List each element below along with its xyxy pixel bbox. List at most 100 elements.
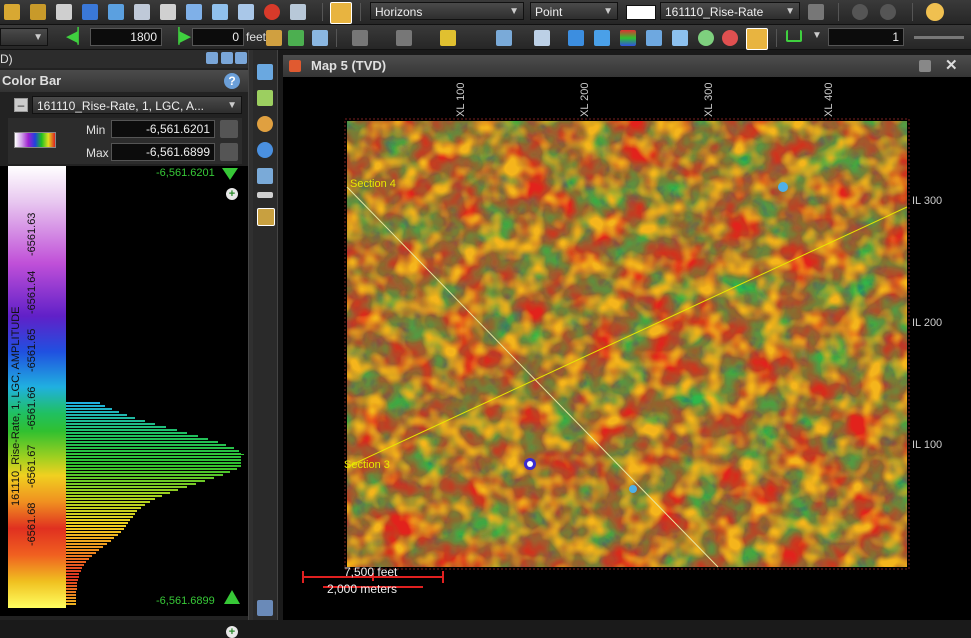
- home-icon[interactable]: [288, 30, 304, 46]
- star-icon[interactable]: [440, 30, 456, 46]
- settings-window-icon[interactable]: [238, 4, 254, 20]
- colormap-thumbnail[interactable]: [14, 132, 56, 148]
- palette-icon[interactable]: [746, 28, 768, 50]
- bottom-value-label: -6,561.6899: [156, 595, 215, 607]
- unit-label: feet: [246, 30, 267, 44]
- histogram-bar: [66, 573, 79, 575]
- bracket-icon[interactable]: [786, 30, 802, 42]
- wheel-icon[interactable]: [698, 30, 714, 46]
- min-reset-icon[interactable]: [220, 120, 238, 138]
- panel-header: D): [0, 50, 248, 68]
- restore-icon[interactable]: [919, 60, 931, 72]
- horizons-dropdown[interactable]: Horizons ▼: [370, 2, 524, 20]
- chevron-down-icon[interactable]: ▼: [812, 30, 822, 41]
- histogram-bar: [66, 597, 76, 599]
- scale-feet-label: 7,500 feet: [344, 565, 398, 579]
- histogram-bar: [66, 534, 118, 536]
- grid-icon[interactable]: [534, 30, 550, 46]
- left-dropdown[interactable]: ▼: [0, 28, 48, 46]
- paint-icon[interactable]: [330, 2, 352, 24]
- frame-value-field[interactable]: 1800: [90, 28, 162, 46]
- slider[interactable]: [914, 36, 964, 39]
- max-value-field[interactable]: -6,561.6899: [111, 143, 215, 161]
- pointer-icon[interactable]: [82, 4, 98, 20]
- zoom-in-icon[interactable]: [257, 116, 273, 132]
- tiles-icon[interactable]: [672, 30, 688, 46]
- histogram-bar: [66, 537, 114, 539]
- scale-meters-label: 2,000 meters: [327, 582, 398, 596]
- undo-icon[interactable]: [852, 4, 868, 20]
- attribute-dropdown[interactable]: 161110_Rise-Rate ▼: [660, 2, 800, 20]
- histogram-bar: [66, 426, 166, 428]
- next-frame-icon[interactable]: ▕▶: [168, 28, 191, 46]
- histogram-bar: [66, 480, 205, 482]
- edit-points-icon[interactable]: [496, 30, 512, 46]
- eraser-icon[interactable]: [134, 4, 150, 20]
- histogram-bar: [66, 432, 187, 434]
- redo-icon[interactable]: [880, 4, 896, 20]
- histogram-bar: [66, 492, 170, 494]
- help-icon[interactable]: ?: [224, 73, 240, 89]
- previous-frame-icon[interactable]: ◀▏: [66, 28, 89, 46]
- window-icon[interactable]: [186, 4, 202, 20]
- folder-icon[interactable]: [4, 4, 20, 20]
- chevron-down-icon: ▼: [785, 6, 795, 17]
- colorbar-tick-label: -6561.66: [26, 386, 38, 430]
- record-icon[interactable]: [264, 4, 280, 20]
- color-bar-panel: D) Color Bar ? – 161110_Rise-Rate, 1, LG…: [0, 50, 249, 638]
- dock-icon[interactable]: [206, 52, 218, 64]
- histogram-bar: [66, 555, 92, 557]
- max-reset-icon[interactable]: [220, 143, 238, 161]
- layers-icon[interactable]: [808, 4, 824, 20]
- map-canvas[interactable]: [283, 77, 971, 620]
- zoom-area-icon[interactable]: [257, 64, 273, 80]
- add-bottom-icon[interactable]: +: [226, 626, 238, 638]
- bookmark-icon[interactable]: [352, 30, 368, 46]
- histogram-bar: [66, 516, 133, 518]
- collapse-button[interactable]: –: [14, 98, 28, 112]
- histogram-bar: [66, 444, 226, 446]
- chevron-down-icon: ▼: [603, 6, 613, 17]
- measure-vertical-icon[interactable]: [257, 192, 273, 198]
- map-layer-icon[interactable]: [257, 208, 275, 226]
- measure-icon[interactable]: [108, 4, 124, 20]
- color-scale-icon[interactable]: [620, 30, 636, 46]
- chevron-down-icon: ▼: [33, 32, 43, 43]
- close-map-icon[interactable]: ✕: [945, 55, 958, 77]
- scale-ratio-icon[interactable]: [257, 168, 273, 184]
- list-icon[interactable]: [646, 30, 662, 46]
- bookmark-add-icon[interactable]: [396, 30, 412, 46]
- chevron-down-icon: ▼: [509, 6, 519, 17]
- offset-value-field[interactable]: 0: [192, 28, 244, 46]
- lock-icon[interactable]: [56, 4, 72, 20]
- link-icon[interactable]: [266, 30, 282, 46]
- color-swatch[interactable]: [626, 5, 656, 20]
- bottom-handle-icon[interactable]: [224, 590, 240, 604]
- minimize-icon[interactable]: [221, 52, 233, 64]
- zoom-fit-icon[interactable]: [257, 90, 273, 106]
- move-icon[interactable]: [160, 4, 176, 20]
- histogram-bar: [66, 510, 137, 512]
- copy-icon[interactable]: [212, 4, 228, 20]
- histogram-bar: [66, 483, 196, 485]
- house-view-icon[interactable]: [312, 30, 328, 46]
- point-dropdown[interactable]: Point ▼: [530, 2, 618, 20]
- right-value-field[interactable]: 1: [828, 28, 904, 46]
- triangle-icon[interactable]: [568, 30, 584, 46]
- sun-icon[interactable]: [926, 3, 944, 21]
- histogram-bar: [66, 582, 77, 584]
- histogram-bar: [66, 468, 237, 470]
- close-icon[interactable]: [235, 52, 247, 64]
- min-value-field[interactable]: -6,561.6201: [111, 120, 215, 138]
- map-window: Map 5 (TVD) ✕ XL 100 XL 200 XL 300 XL 40…: [283, 55, 971, 620]
- attribute-select[interactable]: 161110_Rise-Rate, 1, LGC, A... ▼: [32, 96, 242, 114]
- camera-icon[interactable]: [290, 4, 306, 20]
- target-icon[interactable]: [722, 30, 738, 46]
- rotate-icon[interactable]: [257, 142, 273, 158]
- histogram-bar: [66, 495, 162, 497]
- save-icon[interactable]: [30, 4, 46, 20]
- bars-icon[interactable]: [594, 30, 610, 46]
- histogram-bar: [66, 579, 78, 581]
- histogram-bar: [66, 420, 145, 422]
- panel-toggle-icon[interactable]: [257, 600, 273, 616]
